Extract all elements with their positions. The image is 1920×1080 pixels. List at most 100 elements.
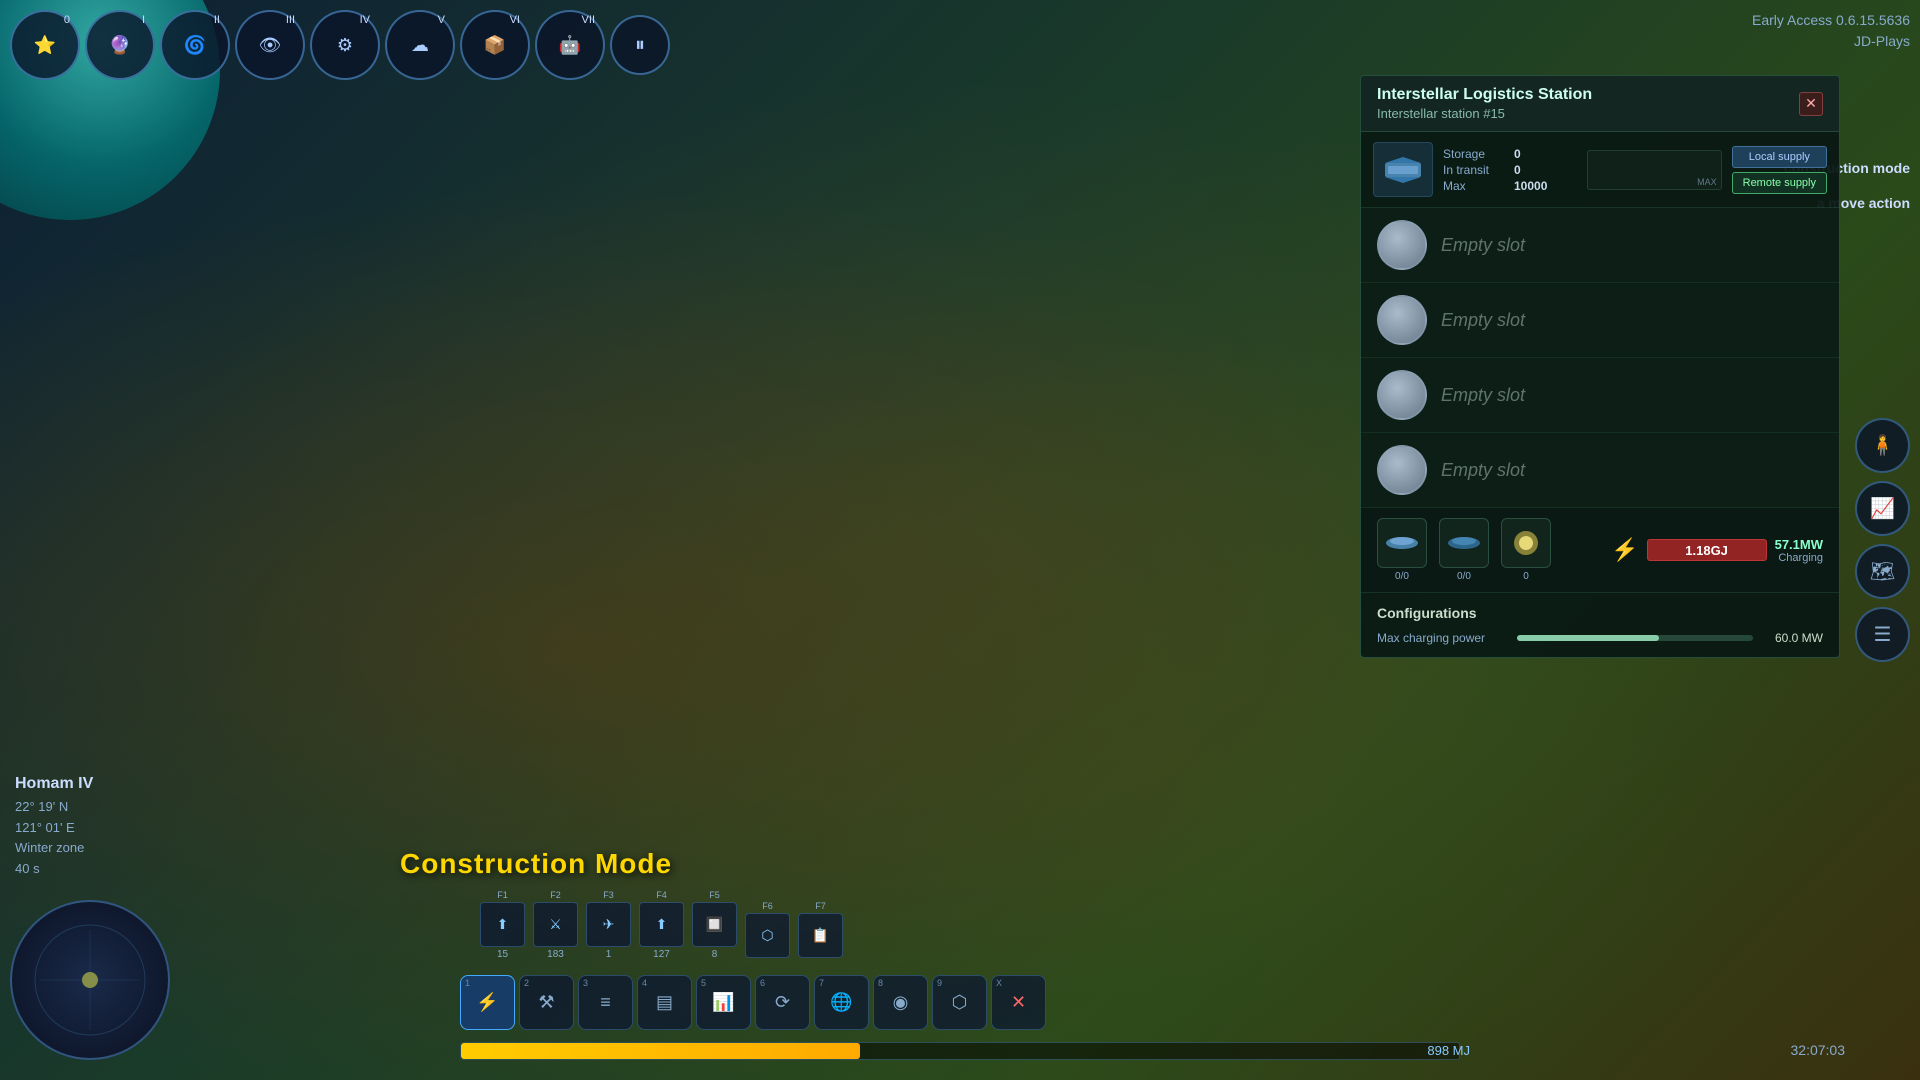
mini-map-inner (12, 902, 168, 1058)
f-toolbar: F1 ⬆ 15 F2 ⚔ 183 F3 ✈ 1 F4 ⬆ 127 F5 🔲 8 … (480, 890, 843, 960)
energy-bar-panel: 1.18GJ (1647, 539, 1767, 561)
toolbar-btn-2[interactable]: II 🌀 (160, 10, 230, 80)
slot-label-0: Empty slot (1441, 235, 1525, 256)
toolbar-btn-7[interactable]: VII 🤖 (535, 10, 605, 80)
slot-label-1: Empty slot (1441, 310, 1525, 331)
resource-count-2: 0 (1523, 571, 1529, 582)
slot-row-0[interactable]: Empty slot (1361, 208, 1839, 283)
panel-title: Interstellar Logistics Station (1377, 86, 1592, 104)
energy-mw-value: 57.1MW (1775, 537, 1823, 552)
slot-row-3[interactable]: Empty slot (1361, 433, 1839, 508)
resource-icon-2 (1501, 518, 1551, 568)
energy-mw-label: Charging (1775, 552, 1823, 564)
mini-map[interactable] (10, 900, 170, 1060)
location-season: Winter zone (15, 838, 93, 859)
energy-value: 1.18GJ (1685, 543, 1728, 558)
location-timer: 40 s (15, 859, 93, 880)
location-coords: 22° 19' N 121° 01' E (15, 797, 93, 839)
resource-item-1[interactable]: 0/0 (1439, 518, 1489, 582)
resource-icon-1 (1439, 518, 1489, 568)
config-charging-slider[interactable] (1517, 635, 1753, 641)
toolbar-btn-0[interactable]: 0 ⭐ (10, 10, 80, 80)
right-btn-map[interactable]: 🗺 (1855, 544, 1910, 599)
tool-globe[interactable]: 7 🌐 (814, 975, 869, 1030)
energy-bar-container (460, 1042, 1460, 1060)
slot-circle-0 (1377, 220, 1427, 270)
version-info: Early Access 0.6.15.5636 JD-Plays (1752, 10, 1910, 52)
slot-row-2[interactable]: Empty slot (1361, 358, 1839, 433)
storage-icon (1373, 142, 1433, 197)
panel-subtitle: Interstellar station #15 (1377, 106, 1592, 121)
config-charging-label: Max charging power (1377, 631, 1507, 645)
remote-supply-button[interactable]: Remote supply (1732, 172, 1827, 194)
storage-stats: Storage 0 In transit 0 Max 10000 (1443, 142, 1577, 197)
toolbar-btn-5[interactable]: V ☁ (385, 10, 455, 80)
supply-buttons: Local supply Remote supply (1732, 142, 1827, 197)
resource-item-0[interactable]: 0/0 (1377, 518, 1427, 582)
f4-button[interactable]: F4 ⬆ 127 (639, 890, 684, 960)
toolbar-btn-4[interactable]: IV ⚙ (310, 10, 380, 80)
slot-row-1[interactable]: Empty slot (1361, 283, 1839, 358)
right-sidebar: 🧍 📈 🗺 ☰ (1855, 418, 1910, 662)
f6-button[interactable]: F6 ⬡ (745, 901, 790, 960)
panel-header: Interstellar Logistics Station Interstel… (1361, 76, 1839, 132)
tool-power[interactable]: 1 ⚡ (460, 975, 515, 1030)
toolbar-btn-6[interactable]: VI 📦 (460, 10, 530, 80)
time-display: 32:07:03 (1791, 1042, 1846, 1058)
slot-circle-3 (1377, 445, 1427, 495)
config-title: Configurations (1377, 605, 1823, 621)
storage-bar-max: MAX (1697, 177, 1717, 187)
panel-header-text: Interstellar Logistics Station Interstel… (1377, 86, 1592, 121)
tool-stats[interactable]: 5 📊 (696, 975, 751, 1030)
energy-mw: 57.1MW Charging (1775, 537, 1823, 564)
energy-bar-fill (461, 1043, 860, 1059)
f7-button[interactable]: F7 📋 (798, 901, 843, 960)
tool-build[interactable]: 2 ⚒ (519, 975, 574, 1030)
f1-button[interactable]: F1 ⬆ 15 (480, 890, 525, 960)
right-btn-chart[interactable]: 📈 (1855, 481, 1910, 536)
storage-row: Storage 0 In transit 0 Max 10000 MAX Loc… (1361, 132, 1839, 208)
storage-stat-max: Max 10000 (1443, 179, 1577, 193)
slot-circle-2 (1377, 370, 1427, 420)
resource-count-1: 0/0 (1457, 571, 1471, 582)
config-row-charging: Max charging power 60.0 MW (1377, 631, 1823, 645)
version-text: Early Access 0.6.15.5636 (1752, 10, 1910, 31)
location-name: Homam IV (15, 771, 93, 797)
toolbar-btn-3[interactable]: III 👁 (235, 10, 305, 80)
local-supply-button[interactable]: Local supply (1732, 146, 1827, 168)
slot-circle-1 (1377, 295, 1427, 345)
tool-hex[interactable]: 9 ⬡ (932, 975, 987, 1030)
lightning-icon: ⚡ (1611, 537, 1638, 563)
config-charging-value: 60.0 MW (1763, 631, 1823, 645)
tool-close[interactable]: X ✕ (991, 975, 1046, 1030)
right-btn-person[interactable]: 🧍 (1855, 418, 1910, 473)
bottom-toolbar: 1 ⚡ 2 ⚒ 3 ≡ 4 ▤ 5 📊 6 ⟳ 7 🌐 8 ◉ 9 ⬡ X ✕ (460, 975, 1046, 1030)
f2-button[interactable]: F2 ⚔ 183 (533, 890, 578, 960)
pause-button[interactable]: ⏸ (610, 15, 670, 75)
toolbar-btn-1[interactable]: I 🔮 (85, 10, 155, 80)
slot-label-2: Empty slot (1441, 385, 1525, 406)
energy-indicator: ⚡ 1.18GJ 57.1MW Charging (1611, 537, 1823, 564)
config-slider-fill (1517, 635, 1659, 641)
storage-stat-transit: In transit 0 (1443, 163, 1577, 177)
tool-cycle[interactable]: 6 ⟳ (755, 975, 810, 1030)
main-panel: Interstellar Logistics Station Interstel… (1360, 75, 1840, 658)
bottom-resources: 0/0 0/0 0 ⚡ 1.18GJ (1361, 508, 1839, 593)
f5-button[interactable]: F5 🔲 8 (692, 890, 737, 960)
tool-target[interactable]: 8 ◉ (873, 975, 928, 1030)
resource-icon-0 (1377, 518, 1427, 568)
config-section: Configurations Max charging power 60.0 M… (1361, 593, 1839, 657)
storage-bar-area: MAX (1587, 142, 1721, 197)
panel-close-button[interactable]: ✕ (1799, 92, 1823, 116)
player-name: JD-Plays (1752, 31, 1910, 52)
slot-label-3: Empty slot (1441, 460, 1525, 481)
resource-item-2[interactable]: 0 (1501, 518, 1551, 582)
tool-lines[interactable]: 3 ≡ (578, 975, 633, 1030)
energy-label: 898 MJ (1427, 1043, 1470, 1058)
right-btn-list[interactable]: ☰ (1855, 607, 1910, 662)
top-toolbar: 0 ⭐ I 🔮 II 🌀 III 👁 IV ⚙ V ☁ VI 📦 VII 🤖 ⏸ (10, 10, 670, 80)
location-info: Homam IV 22° 19' N 121° 01' E Winter zon… (15, 771, 93, 880)
tool-grid[interactable]: 4 ▤ (637, 975, 692, 1030)
f3-button[interactable]: F3 ✈ 1 (586, 890, 631, 960)
storage-bar: MAX (1587, 150, 1721, 190)
